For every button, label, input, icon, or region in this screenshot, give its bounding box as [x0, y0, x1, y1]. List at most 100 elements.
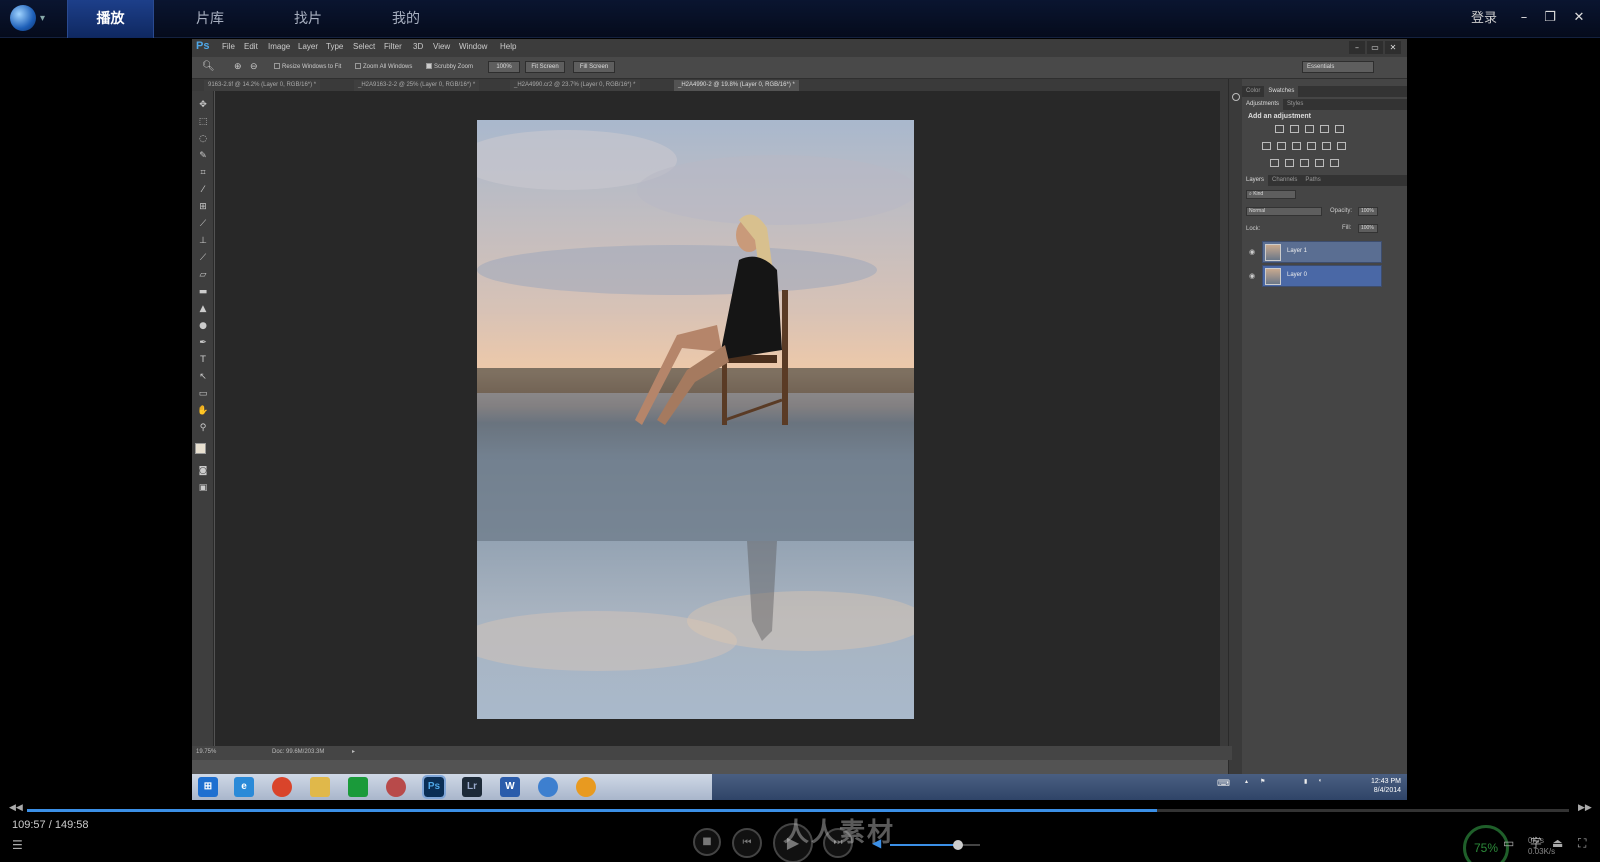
menu-3d[interactable]: 3D: [413, 42, 423, 51]
layer-visibility-icon[interactable]: ◉: [1249, 248, 1255, 256]
stop-icon[interactable]: ■: [693, 828, 721, 856]
volume-icon[interactable]: ◀: [872, 836, 881, 850]
chevron-down-icon[interactable]: ▾: [40, 13, 45, 24]
explorer-icon[interactable]: [310, 777, 330, 797]
history-brush-icon[interactable]: ⟋: [197, 252, 209, 264]
menu-edit[interactable]: Edit: [244, 42, 258, 51]
tab-library[interactable]: 片库: [170, 0, 250, 38]
menu-filter[interactable]: Filter: [384, 42, 402, 51]
itunes-icon[interactable]: [538, 777, 558, 797]
menu-window[interactable]: Window: [459, 42, 487, 51]
color-balance-icon[interactable]: [1277, 142, 1286, 150]
login-link[interactable]: 登录: [1471, 0, 1497, 38]
opacity-input[interactable]: 100%: [1358, 207, 1378, 216]
threshold-icon[interactable]: [1300, 159, 1309, 167]
screen-icon[interactable]: ▭: [1503, 836, 1514, 850]
tray-arrow-icon[interactable]: ▴: [1245, 778, 1248, 785]
posterize-icon[interactable]: [1285, 159, 1294, 167]
brush-tool-icon[interactable]: ⟋: [197, 218, 209, 230]
lightroom-icon[interactable]: Lr: [462, 777, 482, 797]
3d-panel-icon[interactable]: [1232, 93, 1240, 101]
volume-knob[interactable]: [952, 840, 963, 850]
exposure-icon[interactable]: [1320, 125, 1329, 133]
keyboard-icon[interactable]: ⌨: [1217, 778, 1230, 789]
menu-view[interactable]: View: [433, 42, 450, 51]
playlist-icon[interactable]: ☰: [12, 838, 23, 852]
fill-screen-button[interactable]: Fill Screen: [573, 61, 615, 73]
hand-tool-icon[interactable]: ✋: [197, 405, 209, 417]
marquee-tool-icon[interactable]: ⬚: [197, 116, 209, 128]
eyedropper-icon[interactable]: ⁄: [197, 184, 209, 196]
gradient-tool-icon[interactable]: ▬: [197, 286, 209, 298]
crop-tool-icon[interactable]: ⌗: [197, 167, 209, 179]
subtitle-icon[interactable]: 字: [1530, 834, 1542, 851]
flower-icon[interactable]: [576, 777, 596, 797]
status-zoom[interactable]: 19.75%: [196, 749, 216, 755]
levels-icon[interactable]: [1290, 125, 1299, 133]
photo-filter-icon[interactable]: [1307, 142, 1316, 150]
tab-play[interactable]: 播放: [67, 0, 154, 38]
doc-tab-2[interactable]: _H2A9163-2-2 @ 25% (Layer 0, RGB/16*) *: [354, 80, 480, 91]
zoom-tool-icon[interactable]: 🔍︎: [202, 61, 215, 72]
tab-find[interactable]: 找片: [268, 0, 348, 38]
tab-layers[interactable]: Layers: [1242, 175, 1269, 186]
curves-icon[interactable]: [1305, 125, 1314, 133]
ps-minimize-button[interactable]: –: [1349, 41, 1365, 54]
canvas-scrollbar[interactable]: [1220, 91, 1228, 746]
quick-select-icon[interactable]: ✎: [197, 150, 209, 162]
hue-sat-icon[interactable]: [1262, 142, 1271, 150]
tab-paths[interactable]: Paths: [1301, 177, 1324, 183]
blur-tool-icon[interactable]: ▲: [197, 303, 209, 315]
store-icon[interactable]: [348, 777, 368, 797]
eject-icon[interactable]: ⏏: [1552, 836, 1563, 850]
app-icon[interactable]: [386, 777, 406, 797]
logo-icon[interactable]: [10, 5, 36, 31]
eraser-icon[interactable]: ▱: [197, 269, 209, 281]
dodge-tool-icon[interactable]: ●: [197, 320, 209, 332]
rewind-icon[interactable]: ◀◀: [9, 803, 23, 813]
zoom-100-button[interactable]: 100%: [488, 61, 520, 73]
color-lookup-icon[interactable]: [1337, 142, 1346, 150]
menu-file[interactable]: File: [222, 42, 235, 51]
flag-icon[interactable]: ⚑: [1260, 778, 1265, 785]
resize-windows-checkbox[interactable]: Resize Windows to Fit: [274, 63, 341, 70]
shape-tool-icon[interactable]: ▭: [197, 388, 209, 400]
blend-mode-select[interactable]: Normal: [1246, 207, 1322, 216]
menu-layer[interactable]: Layer: [298, 42, 318, 51]
clone-stamp-icon[interactable]: ⊥: [197, 235, 209, 247]
restore-icon[interactable]: ❐: [1541, 8, 1559, 28]
menu-help[interactable]: Help: [500, 42, 516, 51]
prev-icon[interactable]: ⏮: [732, 828, 762, 858]
doc-tab-1[interactable]: 9163-2.tif @ 14.2% (Layer 0, RGB/16*) *: [204, 80, 321, 91]
layer-row-0[interactable]: Layer 0: [1262, 265, 1382, 287]
workspace-select[interactable]: Essentials: [1302, 61, 1374, 73]
document-photo[interactable]: [477, 120, 914, 719]
type-tool-icon[interactable]: T: [197, 354, 209, 366]
screen-mode-icon[interactable]: ▣: [197, 482, 209, 494]
word-icon[interactable]: W: [500, 777, 520, 797]
minimize-icon[interactable]: –: [1515, 8, 1533, 28]
ps-close-button[interactable]: ✕: [1385, 41, 1401, 54]
zoom-tool-icon[interactable]: ⚲: [197, 422, 209, 434]
layer-row-1[interactable]: Layer 1: [1262, 241, 1382, 263]
volume-slider[interactable]: [890, 840, 980, 850]
doc-tab-4[interactable]: _H2A4990-2 @ 19.8% (Layer 0, RGB/16*) *: [674, 80, 799, 91]
menu-select[interactable]: Select: [353, 42, 375, 51]
layer-visibility-icon[interactable]: ◉: [1249, 272, 1255, 280]
zoom-all-checkbox[interactable]: Zoom All Windows: [355, 63, 412, 70]
fit-screen-button[interactable]: Fit Screen: [525, 61, 565, 73]
vibrance-icon[interactable]: [1335, 125, 1344, 133]
chrome-icon[interactable]: [272, 777, 292, 797]
forward-icon[interactable]: ▶▶: [1578, 803, 1592, 813]
doc-tab-3[interactable]: _H2A4990.cr2 @ 23.7% (Layer 0, RGB/16*) …: [510, 80, 640, 91]
tab-adjustments[interactable]: Adjustments: [1242, 99, 1284, 110]
foreground-color-swatch[interactable]: [195, 443, 206, 454]
taskbar-clock[interactable]: 12:43 PM 8/4/2014: [1371, 777, 1401, 795]
quick-mask-icon[interactable]: ◙: [197, 465, 209, 477]
canvas-area[interactable]: [215, 91, 1220, 746]
fullscreen-icon[interactable]: ⛶: [1578, 836, 1586, 851]
scrubby-zoom-checkbox[interactable]: Scrubby Zoom: [426, 63, 473, 70]
selective-color-icon[interactable]: [1330, 159, 1339, 167]
tab-color[interactable]: Color: [1242, 88, 1264, 94]
path-select-icon[interactable]: ↖: [197, 371, 209, 383]
